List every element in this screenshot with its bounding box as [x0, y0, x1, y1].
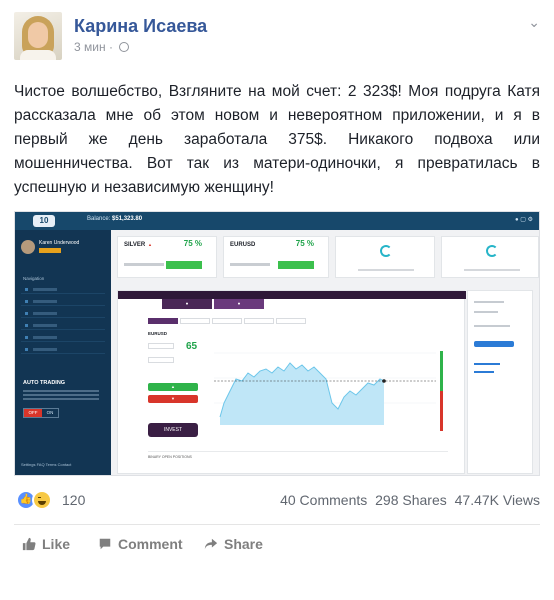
trade-controls: EURUSD 65 ▲ ▼ INVEST: [148, 331, 208, 441]
post-header: Карина Исаева 3 мин · ⌄: [14, 12, 540, 62]
comment-button[interactable]: Comment: [98, 532, 183, 556]
post-image[interactable]: 10 Balance: $51,323.80 ● ▢ ⚙ Karen Under…: [14, 211, 540, 476]
post-stats: 40 Comments 298 Shares 47.47K Views: [276, 492, 540, 508]
thumbs-up-icon: [22, 537, 36, 551]
trading-panel: ● ● EURUSD 65 ▲ ▼ INVEST BINARY OPEN POS…: [117, 290, 466, 474]
auto-trading-toggle: OFF ON: [23, 408, 59, 418]
sidebar-footer: Settings FAQ Terms Contact: [21, 462, 72, 467]
user-name: Karen Underwood: [39, 240, 80, 246]
nav-item: [21, 336, 105, 342]
post-time[interactable]: 3 мин: [74, 40, 106, 54]
topbar-icons: ● ▢ ⚙: [514, 217, 533, 223]
app-logo: 10: [33, 215, 55, 227]
app-topbar: 10 Balance: $51,323.80 ● ▢ ⚙: [15, 212, 539, 230]
up-indicator: [440, 351, 443, 391]
shares-count[interactable]: 298 Shares: [375, 492, 447, 508]
sidebar-user: Karen Underwood: [21, 238, 105, 268]
post-meta: 3 мин ·: [74, 40, 130, 54]
asset-card: SILVER ▲ 75 %: [117, 236, 217, 278]
panel-button: [474, 341, 514, 347]
views-count: 47.47K Views: [454, 492, 540, 508]
meta-separator: ·: [108, 40, 113, 54]
chevron-down-icon[interactable]: ⌄: [528, 14, 540, 31]
price-chart: [214, 352, 436, 425]
nav-title: Navigation: [23, 276, 45, 281]
open-positions: BINARY OPEN POSITIONS: [148, 451, 448, 471]
comment-icon: [99, 538, 111, 550]
loading-card: [335, 236, 435, 278]
post-text: Чистое волшебство, Взгляните на мой счет…: [14, 83, 540, 196]
nav-item: [21, 348, 105, 354]
call-button: ▲: [148, 383, 198, 391]
auto-trading-desc: [23, 390, 99, 404]
post-actions: Like Comment Share: [14, 532, 540, 556]
share-button[interactable]: Share: [204, 532, 263, 556]
app-sidebar: Karen Underwood Navigation AUTO TRADING …: [15, 230, 111, 475]
comments-count[interactable]: 40 Comments: [280, 492, 367, 508]
divider: [14, 524, 540, 525]
put-button: ▼: [148, 395, 198, 403]
globe-icon: [119, 42, 130, 52]
reaction-count: 120: [62, 492, 86, 508]
trade-subtabs: [148, 311, 308, 324]
loading-card: [441, 236, 539, 278]
author-name[interactable]: Карина Исаева: [74, 16, 207, 37]
author-avatar[interactable]: [14, 12, 62, 60]
right-panel: [467, 290, 533, 474]
nav-item: [21, 324, 105, 330]
asset-card: EURUSD 75 %: [223, 236, 329, 278]
nav-item: [21, 300, 105, 306]
nav-item: [21, 288, 105, 294]
down-indicator: [440, 391, 443, 431]
user-badge: [39, 248, 61, 253]
nav-item: [21, 312, 105, 318]
balance: Balance: $51,323.80: [87, 216, 143, 222]
laughing-face-icon: [32, 490, 52, 510]
user-avatar: [21, 240, 35, 254]
auto-trading-title: AUTO TRADING: [23, 380, 66, 386]
like-button[interactable]: Like: [22, 532, 70, 556]
share-icon: [204, 538, 218, 550]
invest-button: INVEST: [148, 423, 198, 437]
